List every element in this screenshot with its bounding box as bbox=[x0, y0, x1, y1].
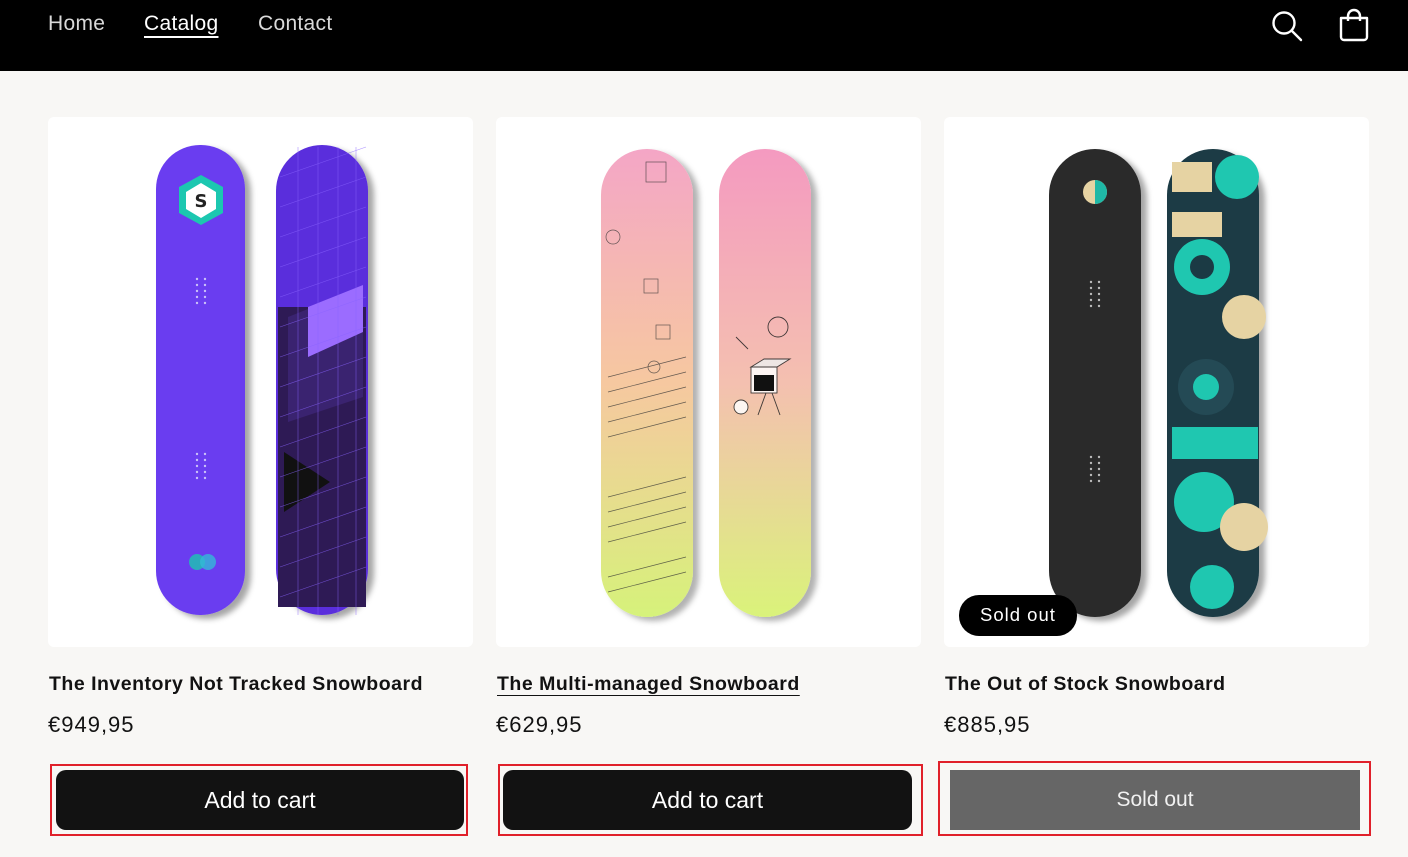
cart-icon[interactable] bbox=[1336, 7, 1372, 43]
product-price: €629,95 bbox=[496, 712, 583, 737]
product-image[interactable]: S bbox=[48, 117, 473, 647]
product-image[interactable]: Sold out bbox=[944, 117, 1369, 647]
svg-text:S: S bbox=[195, 191, 208, 212]
nav-catalog-link[interactable]: Catalog bbox=[144, 12, 218, 36]
product-card: Sold out The Out of Stock Snowboard €885… bbox=[938, 117, 1371, 857]
nav-home-link[interactable]: Home bbox=[48, 12, 105, 36]
product-price: €949,95 bbox=[48, 712, 135, 737]
top-navigation-bar: Home Catalog Contact bbox=[0, 0, 1408, 71]
add-to-cart-button[interactable]: Add to cart bbox=[503, 770, 912, 830]
product-title[interactable]: The Out of Stock Snowboard bbox=[945, 673, 1226, 696]
product-card: The Multi-managed Snowboard €629,95 Add … bbox=[496, 117, 923, 857]
sold-out-badge: Sold out bbox=[959, 595, 1077, 636]
product-price: €885,95 bbox=[944, 712, 1031, 737]
snowboard-image: S bbox=[156, 145, 368, 615]
add-to-cart-button[interactable]: Add to cart bbox=[56, 770, 464, 830]
snowboard-image bbox=[1049, 149, 1268, 617]
snowboard-image bbox=[601, 149, 811, 617]
product-card: S The Inventory Not Tracked Snowboard €9… bbox=[48, 117, 473, 857]
product-title[interactable]: The Multi-managed Snowboard bbox=[497, 673, 800, 696]
product-title[interactable]: The Inventory Not Tracked Snowboard bbox=[49, 673, 423, 696]
search-icon[interactable] bbox=[1270, 9, 1304, 43]
sold-out-button[interactable]: Sold out bbox=[950, 770, 1360, 830]
nav-contact-link[interactable]: Contact bbox=[258, 12, 332, 36]
product-image[interactable] bbox=[496, 117, 921, 647]
